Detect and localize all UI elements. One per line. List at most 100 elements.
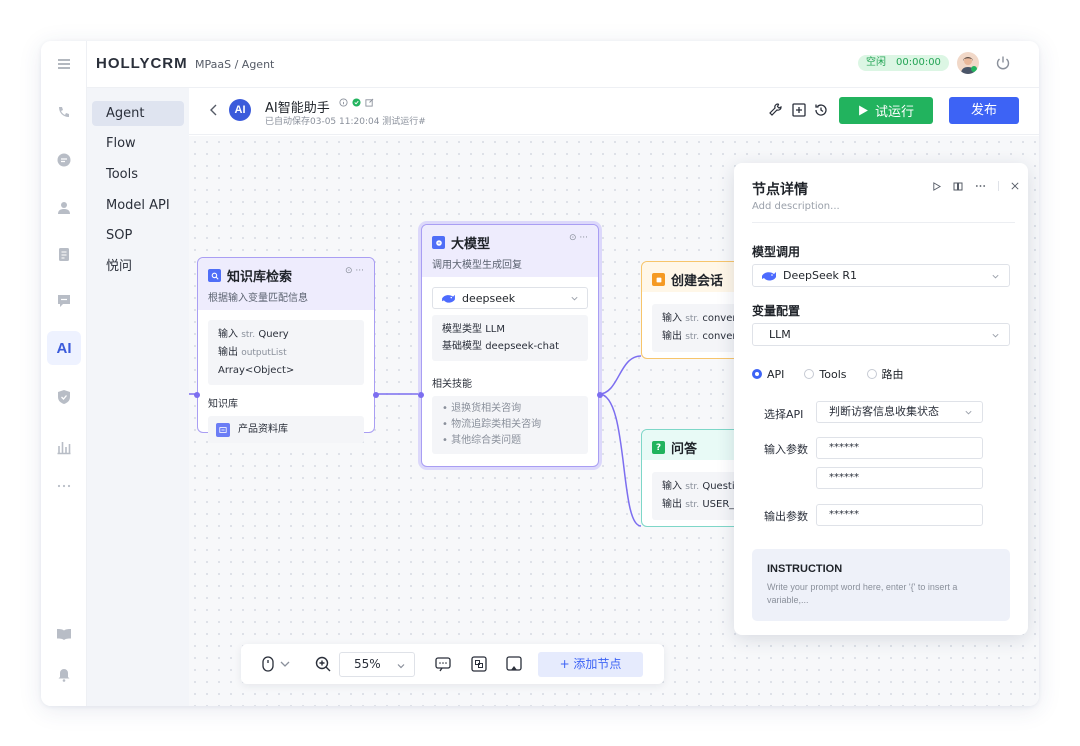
add-node-button[interactable]: + 添加节点 — [538, 652, 643, 677]
divider — [998, 181, 999, 191]
edge-llm-session — [598, 355, 642, 395]
io-type: outputList — [241, 348, 287, 358]
api-label: 选择API — [764, 408, 804, 421]
instruction-title: INSTRUCTION — [767, 563, 843, 575]
radio-label: API — [767, 367, 785, 381]
more-icon[interactable] — [47, 469, 81, 503]
bell-icon[interactable] — [47, 657, 81, 691]
comment-icon[interactable] — [434, 655, 452, 673]
phone-icon[interactable] — [47, 96, 81, 130]
instruction-box[interactable]: INSTRUCTION Write your prompt word here,… — [752, 549, 1010, 621]
power-icon[interactable] — [993, 53, 1013, 73]
model-call-select[interactable]: DeepSeek R1 — [752, 264, 1010, 287]
chart-icon[interactable] — [47, 430, 81, 464]
avatar[interactable] — [957, 52, 979, 74]
panel-description[interactable]: Add description... — [752, 201, 840, 212]
model-call-value: DeepSeek R1 — [783, 269, 858, 282]
close-icon[interactable] — [1011, 182, 1019, 190]
input-port[interactable] — [418, 392, 424, 398]
model-info: 模型类型 LLM 基础模型 deepseek-chat — [432, 315, 588, 361]
node-title: 问答 — [671, 442, 698, 457]
list-item: • 其他综合类问题 — [442, 435, 522, 446]
io-name: Array<Object> — [218, 365, 295, 376]
api-select[interactable]: 判断访客信息收集状态 — [816, 401, 983, 423]
more-options-icon[interactable]: ⊙ ··· — [569, 233, 588, 243]
play-icon — [859, 105, 868, 116]
edge-llm-qa — [598, 393, 642, 527]
kb-item[interactable]: 产品资料库 — [208, 416, 364, 443]
model-select[interactable]: deepseek — [432, 287, 588, 309]
subnav-item-flow[interactable]: Flow — [92, 131, 184, 156]
node-subtitle: 根据输入变量匹配信息 — [208, 293, 308, 304]
info-value: LLM — [485, 324, 505, 335]
io-type: str. — [685, 500, 700, 510]
status-badge[interactable]: 空闲 00:00:00 — [858, 55, 949, 71]
shield-icon[interactable] — [47, 380, 81, 414]
check-circle-icon — [352, 98, 361, 107]
model-call-label: 模型调用 — [752, 245, 801, 259]
input-param-field-2[interactable]: ****** — [816, 467, 983, 489]
test-run-button[interactable]: 试运行 — [839, 97, 933, 124]
input-param-field-1[interactable]: ****** — [816, 437, 983, 459]
mouse-mode-icon[interactable] — [261, 655, 297, 673]
history-icon[interactable] — [813, 102, 829, 118]
output-port[interactable] — [373, 392, 379, 398]
left-rail: AI — [41, 41, 87, 706]
wrench-icon[interactable] — [767, 102, 783, 118]
io-type: str. — [241, 330, 256, 340]
more-icon[interactable] — [975, 184, 986, 188]
edit-icon[interactable] — [365, 98, 374, 107]
skills-list: • 退换货相关咨询 • 物流追踪类相关咨询 • 其他综合类问题 — [432, 396, 588, 454]
section-label: 知识库 — [208, 399, 238, 410]
user-icon[interactable] — [47, 191, 81, 225]
back-chevron-icon[interactable] — [207, 103, 221, 117]
subnav-item-agent[interactable]: Agent — [92, 101, 184, 126]
divider — [752, 222, 1015, 223]
book-icon[interactable] — [47, 617, 81, 651]
deepseek-whale-icon — [442, 294, 455, 303]
zoom-select[interactable]: 55% — [339, 652, 415, 677]
io-label: 输入 — [218, 329, 238, 340]
input-port[interactable] — [194, 392, 200, 398]
agent-header: AI AI智能助手 已自动保存03-05 11:20:04 测试运行# 试运行 — [189, 88, 1039, 135]
info-value: deepseek-chat — [485, 341, 559, 352]
node-knowledge-search[interactable]: 知识库检索 根据输入变量匹配信息 ⊙ ··· 输入 str. Query 输出 … — [194, 257, 379, 443]
book-open-icon[interactable] — [953, 181, 963, 191]
breadcrumb: MPaaS / Agent — [195, 58, 275, 71]
fit-view-icon[interactable] — [470, 655, 488, 673]
zoom-in-icon[interactable] — [314, 655, 332, 673]
ai-icon[interactable]: AI — [47, 331, 81, 365]
var-config-label: 变量配置 — [752, 304, 801, 318]
deepseek-whale-icon — [762, 271, 776, 281]
chat-icon[interactable] — [47, 143, 81, 177]
menu-icon[interactable] — [47, 47, 81, 81]
output-param-field[interactable]: ****** — [816, 504, 983, 526]
subnav-item-model-api[interactable]: Model API — [92, 193, 184, 218]
subnav-item-sop[interactable]: SOP — [92, 223, 184, 248]
minimap-icon[interactable] — [505, 655, 523, 673]
node-llm[interactable]: 大模型 调用大模型生成回复 ⊙ ··· deepseek 模型类型 LLM 基础… — [418, 224, 603, 467]
radio-route[interactable]: 路由 — [866, 366, 904, 382]
radio-tools[interactable]: Tools — [804, 368, 847, 381]
output-port[interactable] — [597, 392, 603, 398]
more-options-icon[interactable]: ⊙ ··· — [345, 266, 364, 276]
var-config-select[interactable]: LLM — [752, 323, 1010, 346]
message-icon[interactable] — [47, 284, 81, 318]
add-box-icon[interactable] — [791, 102, 807, 118]
io-label: 输入 — [662, 313, 682, 324]
publish-button[interactable]: 发布 — [949, 97, 1019, 124]
instruction-placeholder: Write your prompt word here, enter '{' t… — [767, 582, 958, 605]
chevron-down-icon — [992, 333, 999, 338]
output-params-label: 输出参数 — [764, 510, 808, 523]
radio-api[interactable]: API — [752, 368, 784, 381]
subnav-item-yuewen[interactable]: 悦问 — [92, 254, 184, 279]
info-icon[interactable] — [339, 98, 348, 107]
node-detail-panel: 节点详情 Add description... 模型调用 DeepSeek R1… — [734, 163, 1028, 635]
canvas-toolbar: 55% + 添加节点 — [241, 644, 664, 684]
subnav-item-tools[interactable]: Tools — [92, 162, 184, 187]
io-label: 输出 — [662, 499, 682, 510]
play-outline-icon[interactable] — [932, 181, 941, 191]
node-title: 大模型 — [451, 237, 491, 252]
clipboard-icon[interactable] — [47, 237, 81, 271]
test-run-label: 试运行 — [874, 105, 914, 120]
